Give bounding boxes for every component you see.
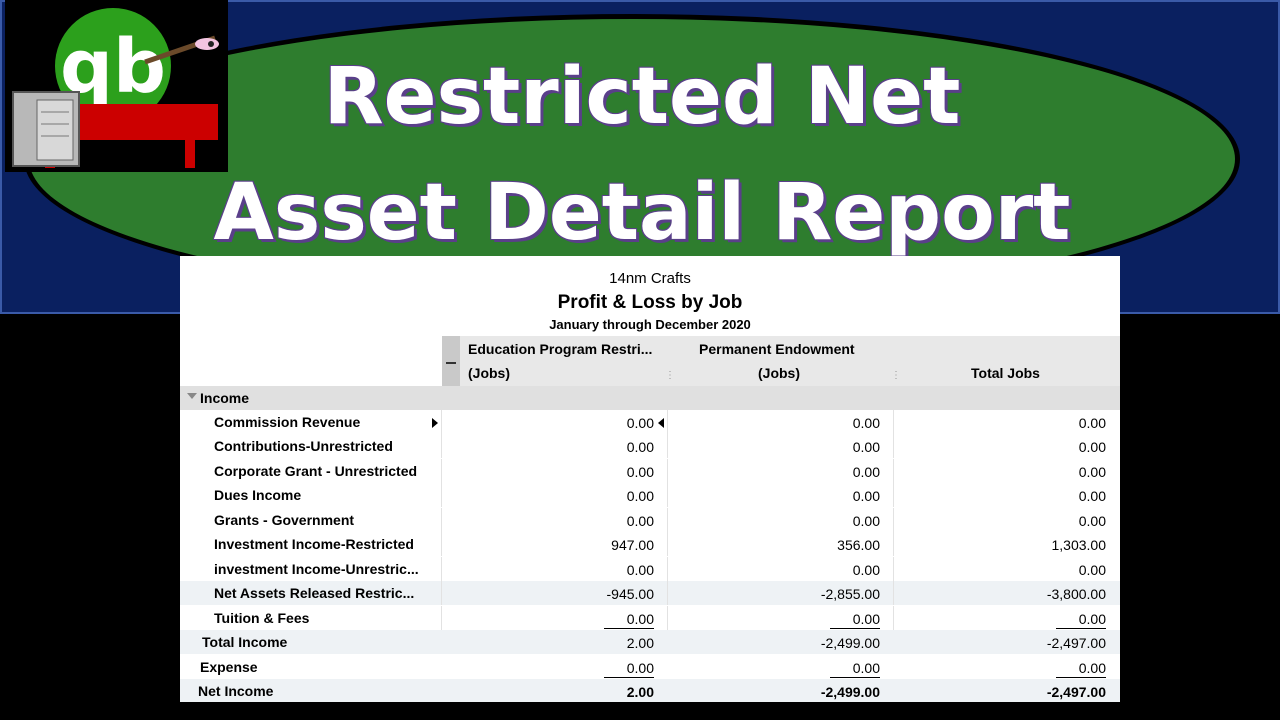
amount-total[interactable]: 1,303.00 (986, 537, 1107, 553)
amount-endowment[interactable]: 0.00 (760, 464, 880, 480)
amount-endowment[interactable]: 0.00 (760, 562, 880, 578)
amount-endowment[interactable]: -2,499.00 (760, 684, 880, 700)
company-name: 14nm Crafts (609, 270, 691, 287)
amount-total[interactable]: 0.00 (986, 439, 1106, 455)
row-pointer-left-icon (658, 418, 664, 428)
amount-total[interactable]: 0.00 (986, 415, 1106, 431)
expense-label: Expense (200, 659, 258, 675)
amount-education[interactable]: -945.00 (534, 586, 654, 602)
amount-endowment[interactable]: 0.00 (760, 660, 880, 676)
net-income-row[interactable]: Net Income 2.00 -2,499.00 -2,497.00 (180, 679, 1120, 702)
account-name: Grants - Government (214, 512, 355, 528)
amount-education[interactable]: 0.00 (534, 513, 654, 529)
account-name: Commission Revenue (214, 414, 361, 430)
amount-total[interactable]: 0.00 (986, 464, 1106, 480)
amount-endowment[interactable]: 356.00 (760, 537, 880, 553)
column-resize-handle[interactable]: ⋮ (665, 370, 675, 381)
income-section-header[interactable]: Income (180, 386, 1120, 410)
table-row[interactable]: Grants - Government 0.00 0.00 0.00 (180, 508, 1120, 532)
banner-title-line-1: Restricted Net (323, 52, 961, 142)
column-header-total-jobs[interactable]: Total Jobs (971, 365, 1040, 381)
amount-education[interactable]: 2.00 (534, 684, 654, 700)
table-row[interactable]: Commission Revenue 0.00 0.00 0.00 (180, 410, 1120, 434)
profit-loss-report: 14nm Crafts Profit & Loss by Job January… (180, 256, 1120, 702)
report-title: Profit & Loss by Job (557, 292, 743, 313)
amount-education[interactable]: 0.00 (534, 439, 654, 455)
column-resize-handle[interactable]: ⋮ (1116, 370, 1120, 381)
amount-total[interactable]: 0.00 (986, 660, 1106, 676)
total-income-label: Total Income (202, 634, 288, 650)
total-income-row[interactable]: Total Income 2.00 -2,499.00 -2,497.00 (180, 630, 1120, 654)
column-header-permanent-jobs: (Jobs) (758, 365, 800, 381)
account-name: investment Income-Unrestric... (214, 561, 419, 577)
table-row[interactable]: Investment Income-Restricted 947.00 356.… (180, 532, 1120, 556)
amount-education[interactable]: 947.00 (534, 537, 654, 553)
collapse-triangle-icon[interactable] (187, 393, 197, 399)
column-header-education-program[interactable]: Education Program Restri... (468, 341, 652, 357)
minus-icon (446, 362, 456, 364)
account-name: Corporate Grant - Unrestricted (214, 463, 418, 479)
amount-endowment[interactable]: 0.00 (760, 439, 880, 455)
account-name: Net Assets Released Restric... (214, 585, 415, 601)
table-row[interactable]: Corporate Grant - Unrestricted 0.00 0.00… (180, 459, 1120, 483)
table-row[interactable]: investment Income-Unrestric... 0.00 0.00… (180, 557, 1120, 581)
collapse-columns-button[interactable] (442, 336, 460, 386)
amount-total[interactable]: 0.00 (986, 562, 1106, 578)
amount-endowment[interactable]: 0.00 (760, 415, 880, 431)
expense-row[interactable]: Expense 0.00 0.00 0.00 (180, 655, 1120, 679)
column-header-permanent-endowment[interactable]: Permanent Endowment (699, 341, 855, 357)
column-header-education-jobs: (Jobs) (468, 365, 510, 381)
amount-endowment[interactable]: -2,499.00 (760, 635, 880, 651)
amount-education[interactable]: 0.00 (534, 562, 654, 578)
amount-endowment[interactable]: -2,855.00 (760, 586, 880, 602)
report-period: January through December 2020 (549, 317, 751, 332)
account-name: Contributions-Unrestricted (214, 438, 393, 454)
amount-education[interactable]: 0.00 (534, 488, 654, 504)
amount-total[interactable]: 0.00 (986, 488, 1106, 504)
amount-education[interactable]: 0.00 (534, 660, 654, 676)
amount-endowment[interactable]: 0.00 (760, 611, 880, 627)
income-section-label: Income (200, 390, 250, 406)
amount-endowment[interactable]: 0.00 (760, 488, 880, 504)
table-row[interactable]: Net Assets Released Restric... -945.00 -… (180, 581, 1120, 605)
table-row[interactable]: Tuition & Fees 0.00 0.00 0.00 (180, 606, 1120, 630)
net-income-label: Net Income (198, 683, 274, 699)
account-name: Dues Income (214, 487, 302, 503)
amount-total[interactable]: 0.00 (986, 611, 1106, 627)
amount-total[interactable]: -3,800.00 (986, 586, 1106, 602)
amount-total[interactable]: -2,497.00 (986, 635, 1106, 651)
banner-title-line-2: Asset Detail Report (213, 168, 1071, 258)
amount-education[interactable]: 0.00 (534, 415, 654, 431)
table-row[interactable]: Contributions-Unrestricted 0.00 0.00 0.0… (180, 434, 1120, 458)
amount-education[interactable]: 2.00 (534, 635, 654, 651)
column-resize-handle[interactable]: ⋮ (891, 370, 901, 381)
quickbooks-logo-icon: qb (5, 0, 228, 172)
column-header-bar: Education Program Restri... (Jobs) Perma… (442, 336, 1120, 386)
table-row[interactable]: Dues Income 0.00 0.00 0.00 (180, 483, 1120, 507)
amount-total[interactable]: -2,497.00 (986, 684, 1106, 700)
amount-education[interactable]: 0.00 (534, 611, 654, 627)
amount-education[interactable]: 0.00 (534, 464, 654, 480)
account-name: Investment Income-Restricted (214, 536, 414, 552)
account-name: Tuition & Fees (214, 610, 310, 626)
amount-total[interactable]: 0.00 (986, 513, 1106, 529)
row-pointer-right-icon (432, 418, 438, 428)
amount-endowment[interactable]: 0.00 (760, 513, 880, 529)
